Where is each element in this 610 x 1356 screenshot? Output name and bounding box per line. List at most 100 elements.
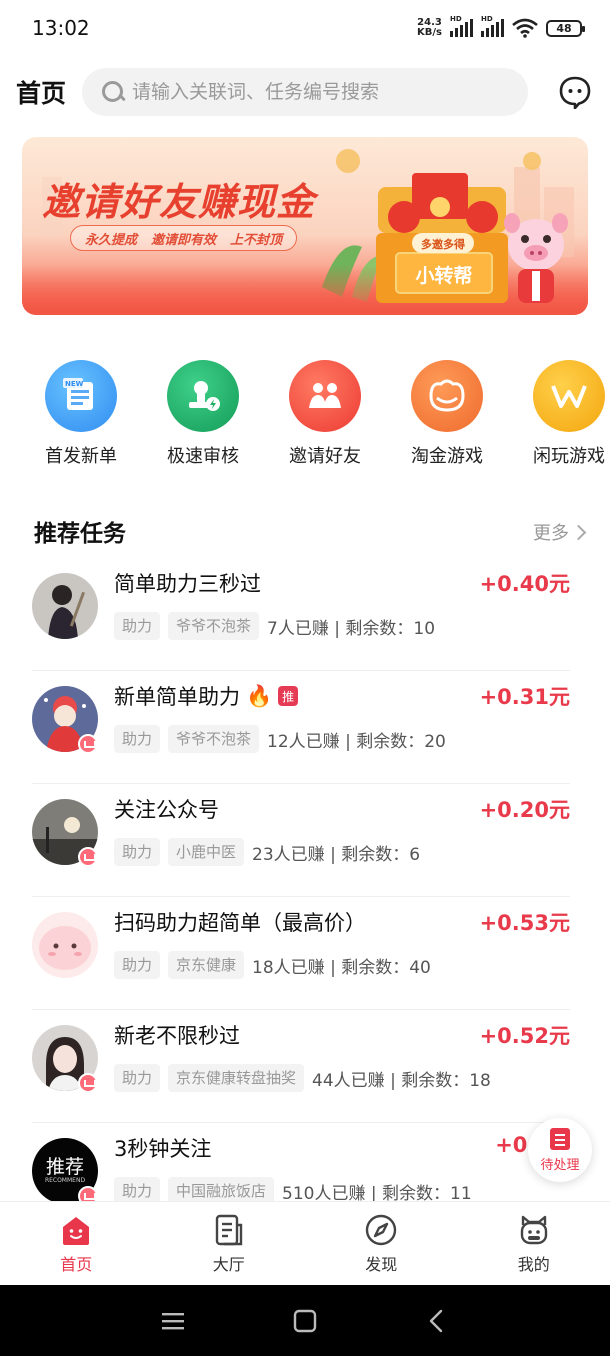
task-name: 新单简单助力 🔥 推 — [114, 681, 299, 711]
task-name: 扫码助力超简单（最高价） — [114, 911, 366, 935]
compass-icon — [366, 1214, 397, 1245]
banner-tags: 永久提成 邀请即有效 上不封顶 — [70, 225, 298, 251]
task-row[interactable]: 新单简单助力 🔥 推 +0.31元 助力 爷爷不泡茶 12人已赚 | 剩余数：20 — [32, 671, 570, 784]
task-meta: 助力 爷爷不泡茶 7人已赚 | 剩余数：10 — [114, 612, 435, 640]
quick-item-gold-game[interactable]: 淘金游戏 — [392, 360, 502, 468]
tab-label: 首页 — [60, 1254, 93, 1274]
vip-crown-icon — [78, 1073, 98, 1093]
pending-button[interactable]: 待处理 — [528, 1118, 592, 1182]
task-merchant-chip: 爷爷不泡茶 — [168, 725, 260, 753]
message-icon[interactable] — [558, 75, 592, 109]
task-row[interactable]: 扫码助力超简单（最高价） +0.53元 助力 京东健康 18人已赚 | 剩余数：… — [32, 897, 570, 1010]
task-meta: 助力 小鹿中医 23人已赚 | 剩余数：6 — [114, 838, 420, 866]
task-reward: +0.20元 — [479, 798, 570, 822]
tab-discover[interactable]: 发现 — [305, 1202, 458, 1285]
quick-item-invite[interactable]: 邀请好友 — [270, 360, 380, 468]
vip-crown-icon — [78, 734, 98, 754]
task-type-chip: 助力 — [114, 951, 161, 979]
banner-badge: 多邀多得 — [421, 238, 465, 251]
task-type-chip: 助力 — [114, 838, 161, 866]
task-reward: +0.52元 — [479, 1024, 570, 1048]
back-button[interactable] — [371, 1285, 503, 1356]
recommend-badge: 推 — [278, 686, 299, 706]
task-type-chip: 助力 — [114, 612, 161, 640]
task-name: 简单助力三秒过 — [114, 572, 261, 596]
treasure-chest-image: 多邀多得 小转帮 — [372, 167, 512, 305]
quick-label: 极速审核 — [167, 446, 239, 467]
task-row[interactable]: 关注公众号 +0.20元 助力 小鹿中医 23人已赚 | 剩余数：6 — [32, 784, 570, 897]
home-icon — [63, 1216, 90, 1245]
banner-tag: 永久提成 — [85, 232, 138, 248]
bottom-tab-bar: 首页 大厅 发现 我的 — [0, 1201, 610, 1285]
status-bar: 13:02 24.3 KB/s HD HD 48 — [0, 0, 610, 56]
back-icon — [429, 1309, 443, 1332]
tab-hall[interactable]: 大厅 — [153, 1202, 306, 1285]
signal-icon: HD — [450, 15, 473, 37]
more-label: 更多 — [533, 523, 569, 544]
search-icon — [100, 79, 126, 105]
menu-icon — [162, 1312, 184, 1329]
task-stats: 18人已赚 | 剩余数：40 — [252, 957, 431, 978]
wifi-icon — [512, 18, 538, 38]
menu-button[interactable] — [107, 1285, 239, 1356]
chevron-right-icon — [570, 524, 587, 540]
quick-entries: NEW 首发新单 极速审核 邀请好友 淘金游戏 闲玩游戏 — [0, 360, 610, 470]
invite-banner[interactable]: 邀请好友赚现金 永久提成 邀请即有效 上不封顶 多邀多得 小转帮 — [22, 137, 588, 315]
task-type-chip: 助力 — [114, 1064, 161, 1092]
vip-crown-icon — [78, 1186, 98, 1201]
task-merchant-chip: 小鹿中医 — [168, 838, 245, 866]
search-bar[interactable] — [82, 68, 528, 116]
task-merchant-chip: 京东健康转盘抽奖 — [168, 1064, 305, 1092]
clipboard-icon — [550, 1127, 570, 1150]
battery-icon: 48 — [546, 19, 585, 37]
net-speed: 24.3 KB/s — [417, 17, 442, 38]
task-row[interactable]: 推荐 RECOMMEND 3秒钟关注 +0.3 助力 中国融旅饭店 510人已赚… — [32, 1123, 570, 1201]
task-row[interactable]: 简单助力三秒过 +0.40元 助力 爷爷不泡茶 7人已赚 | 剩余数：10 — [32, 558, 570, 671]
section-title: 推荐任务 — [34, 521, 126, 547]
search-input[interactable] — [132, 81, 512, 103]
tab-label: 发现 — [365, 1254, 398, 1274]
quick-label: 首发新单 — [45, 446, 117, 467]
status-time: 13:02 — [32, 16, 90, 40]
pig-mascot-image — [504, 213, 568, 303]
quick-item-leisure-game[interactable]: 闲玩游戏 — [514, 360, 610, 468]
tab-profile[interactable]: 我的 — [458, 1202, 610, 1285]
hall-icon — [215, 1214, 242, 1245]
task-reward: +0.53元 — [479, 911, 570, 935]
task-meta: 助力 中国融旅饭店 510人已赚 | 剩余数：11 — [114, 1177, 472, 1201]
avatar — [32, 573, 98, 639]
task-stats: 23人已赚 | 剩余数：6 — [252, 844, 421, 865]
leisure-game-icon — [533, 360, 605, 432]
banner-tag: 邀请即有效 — [151, 232, 217, 248]
quick-item-new-order[interactable]: NEW 首发新单 — [26, 360, 136, 468]
home-button[interactable] — [239, 1285, 371, 1356]
task-merchant-chip: 中国融旅饭店 — [168, 1177, 275, 1201]
task-row[interactable]: 新老不限秒过 +0.52元 助力 京东健康转盘抽奖 44人已赚 | 剩余数：18 — [32, 1010, 570, 1123]
task-name: 关注公众号 — [114, 798, 219, 822]
svg-text:NEW: NEW — [65, 380, 84, 388]
task-reward: +0.40元 — [479, 572, 570, 596]
tab-home[interactable]: 首页 — [0, 1202, 153, 1285]
banner-brand: 小转帮 — [415, 265, 473, 287]
status-icons: 24.3 KB/s HD HD 48 — [417, 15, 585, 38]
profile-icon — [520, 1215, 547, 1244]
quick-label: 闲玩游戏 — [533, 446, 605, 467]
task-meta: 助力 京东健康转盘抽奖 44人已赚 | 剩余数：18 — [114, 1064, 491, 1092]
task-merchant-chip: 京东健康 — [168, 951, 245, 979]
square-icon — [293, 1309, 317, 1332]
new-order-icon: NEW — [45, 360, 117, 432]
task-list: 简单助力三秒过 +0.40元 助力 爷爷不泡茶 7人已赚 | 剩余数：10 新单… — [0, 558, 610, 1201]
tab-label: 大厅 — [212, 1254, 245, 1274]
task-reward: +0.31元 — [479, 685, 570, 709]
invite-friends-icon — [289, 360, 361, 432]
page-title: 首页 — [16, 79, 67, 108]
quick-item-fast-review[interactable]: 极速审核 — [148, 360, 258, 468]
signal-icon-2: HD — [481, 15, 504, 37]
task-meta: 助力 京东健康 18人已赚 | 剩余数：40 — [114, 951, 431, 979]
system-nav-bar — [0, 1285, 610, 1356]
task-stats: 12人已赚 | 剩余数：20 — [267, 731, 446, 752]
vip-crown-icon — [78, 847, 98, 867]
task-meta: 助力 爷爷不泡茶 12人已赚 | 剩余数：20 — [114, 725, 446, 753]
more-link[interactable]: 更多 — [533, 519, 587, 545]
gold-game-icon — [411, 360, 483, 432]
